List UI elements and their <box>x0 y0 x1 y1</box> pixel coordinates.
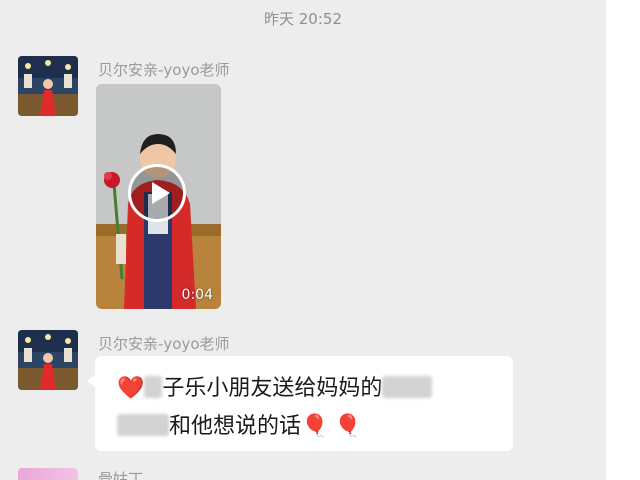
avatar-image <box>18 56 78 116</box>
redacted-text <box>382 376 433 398</box>
sender-name: 贝尔安亲-yoyo老师 <box>98 61 230 79</box>
timestamp: 昨天 20:52 <box>264 10 342 28</box>
message-line-2: 和他想说的话🎈 🎈 <box>117 408 362 440</box>
message-text: 和他想说的话 <box>169 414 302 439</box>
redacted-text <box>144 376 163 398</box>
sender-name: 贝尔安亲-yoyo老师 <box>98 335 230 353</box>
play-icon[interactable] <box>128 164 186 222</box>
video-message[interactable]: 0:04 <box>96 84 221 309</box>
avatar-image <box>18 330 78 390</box>
red-heart-icon: ❤️ <box>117 376 145 401</box>
text-message-bubble[interactable]: ❤️ 子乐小朋友送给妈妈的 和他想说的话🎈 🎈 <box>87 356 513 451</box>
message-line-1: ❤️ 子乐小朋友送给妈妈的 <box>117 370 433 402</box>
chat-area: 昨天 20:52 贝尔安亲-yoyo老师 0:04 贝尔安亲-yoyo老师 ❤️… <box>0 0 606 480</box>
avatar[interactable] <box>18 56 78 116</box>
avatar[interactable] <box>18 330 78 390</box>
red-balloon-icon: 🎈 <box>334 414 362 439</box>
message-text: 子乐小朋友送给妈妈的 <box>162 376 383 401</box>
redacted-text <box>117 414 169 436</box>
red-balloon-icon: 🎈 <box>301 414 329 439</box>
video-duration: 0:04 <box>181 287 213 303</box>
sender-name: 骨姑丁 <box>98 470 144 480</box>
right-margin <box>606 0 640 480</box>
avatar[interactable] <box>18 468 78 480</box>
